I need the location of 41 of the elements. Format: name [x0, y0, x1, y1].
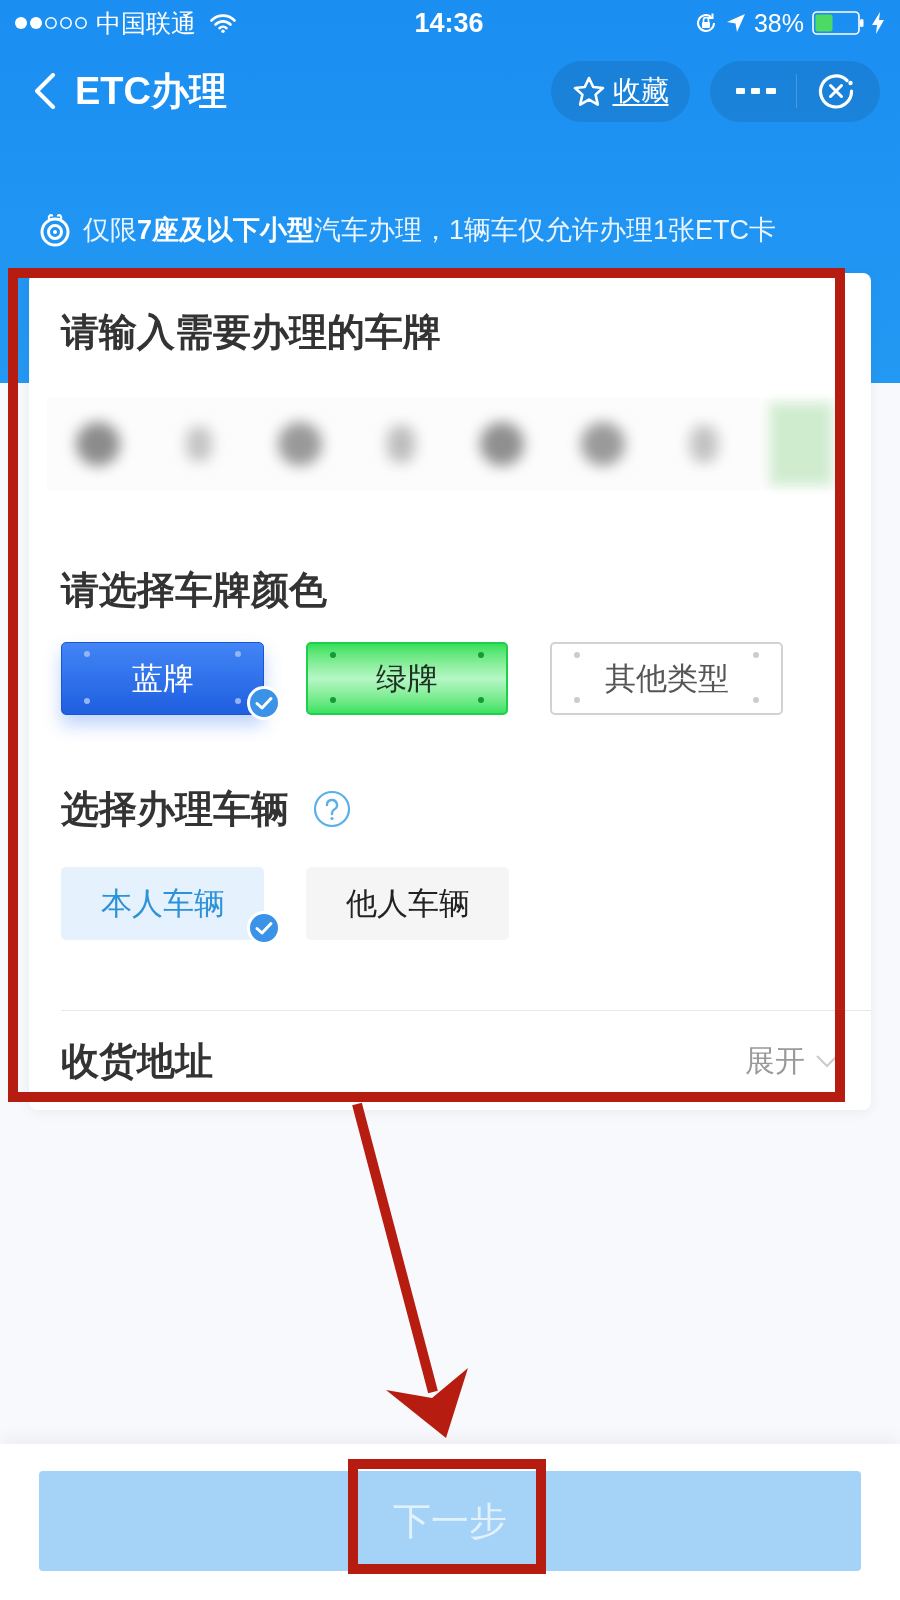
- notice-text: 仅限7座及以下小型汽车办理，1辆车仅允许办理1张ETC卡: [83, 214, 777, 247]
- rivet-icon: [330, 697, 336, 703]
- rivet-icon: [753, 697, 759, 703]
- close-icon[interactable]: [817, 72, 855, 110]
- wifi-icon: [210, 13, 236, 33]
- star-icon: [572, 75, 605, 107]
- rivet-icon: [478, 697, 484, 703]
- carrier-name: 中国联通: [96, 8, 196, 38]
- rivet-icon: [330, 652, 336, 658]
- section-title: 选择办理车辆: [61, 787, 289, 832]
- page-title: ETC办理: [75, 69, 227, 114]
- rivet-icon: [235, 698, 241, 704]
- vehicle-option[interactable]: 他人车辆: [306, 867, 509, 940]
- plate-color-option[interactable]: 蓝牌: [61, 642, 264, 715]
- rivet-icon: [574, 697, 580, 703]
- charging-bolt-icon: [872, 12, 884, 34]
- clock-time: 14:36: [414, 7, 484, 39]
- section-title: 请输入需要办理的车牌: [61, 310, 442, 355]
- battery-percent: 38%: [753, 8, 804, 38]
- rivet-icon: [235, 651, 241, 657]
- rivet-icon: [84, 651, 90, 657]
- location-arrow-icon: [725, 13, 746, 33]
- help-icon[interactable]: [313, 790, 351, 828]
- check-badge-icon: [247, 686, 281, 720]
- battery-icon: [812, 11, 864, 35]
- section-title: 请选择车牌颜色: [61, 568, 328, 613]
- plate-color-option[interactable]: 绿牌: [306, 642, 508, 715]
- signal-dots-icon: [14, 16, 90, 30]
- vehicle-option[interactable]: 本人车辆: [61, 867, 264, 940]
- favorite-button[interactable]: 收藏: [551, 60, 690, 122]
- rivet-icon: [574, 652, 580, 658]
- back-icon[interactable]: [33, 73, 57, 109]
- plate-color-option[interactable]: 其他类型: [550, 642, 783, 715]
- rivet-icon: [753, 652, 759, 658]
- rivet-icon: [84, 698, 90, 704]
- more-icon[interactable]: [736, 87, 776, 95]
- section-title: 收货地址: [61, 1038, 213, 1084]
- check-badge-icon: [247, 911, 281, 945]
- rivet-icon: [478, 652, 484, 658]
- swirl-icon: [39, 213, 71, 247]
- expand-toggle[interactable]: 展开: [745, 1042, 839, 1079]
